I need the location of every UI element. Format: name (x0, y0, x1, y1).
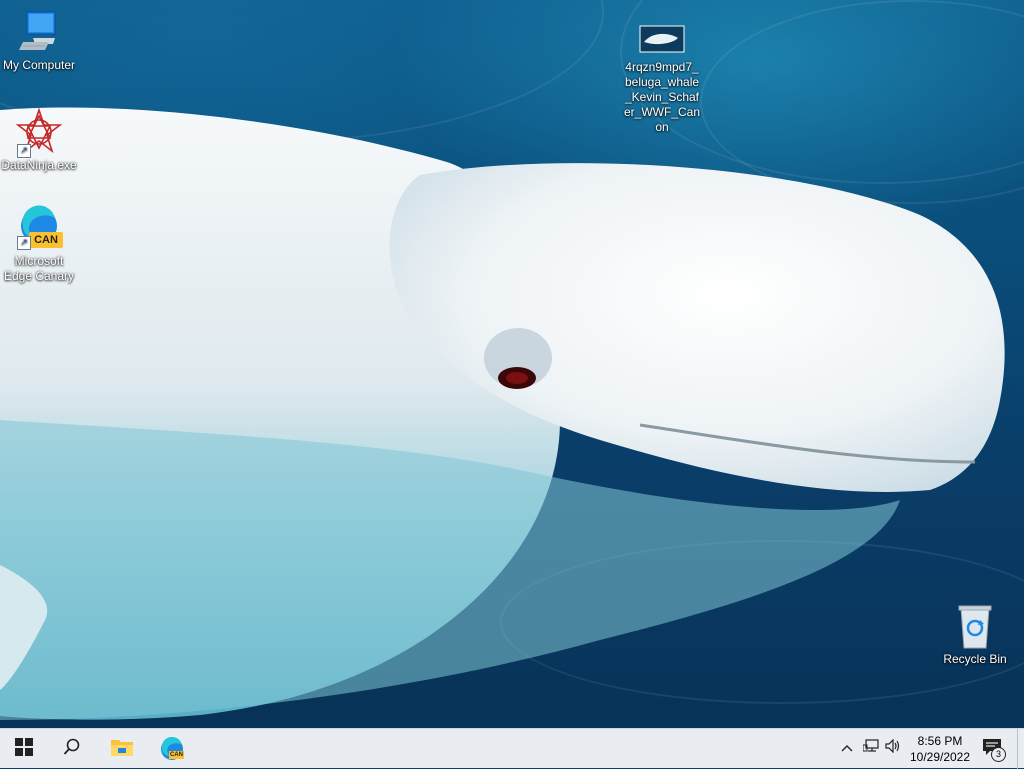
desktop-icon-label: 4rqzn9mpd7_beluga_whale_Kevin_Schafer_WW… (624, 60, 701, 134)
notification-count-badge: 3 (991, 747, 1006, 762)
show-hidden-icons-button[interactable] (838, 739, 856, 757)
network-button[interactable] (862, 738, 880, 758)
start-button[interactable] (0, 729, 48, 769)
red-star-icon: ↗ (15, 107, 63, 158)
desktop-icon-recycle-bin[interactable]: Recycle Bin (937, 602, 1013, 667)
image-file-icon (638, 14, 686, 58)
notification-icon: 3 (982, 738, 1006, 762)
desktop-icon-label: Microsoft Edge Canary (3, 254, 75, 283)
action-center-button[interactable]: 3 (978, 729, 1008, 769)
folder-icon (110, 737, 134, 762)
desktop-icon-edge-canary[interactable]: CAN ↗ Microsoft Edge Canary (1, 204, 77, 284)
volume-icon (885, 738, 901, 758)
edge-canary-icon: CAN (160, 736, 184, 761)
chevron-up-icon (841, 739, 853, 757)
monitor-icon (15, 8, 63, 56)
windows-logo-icon (15, 737, 33, 761)
desktop-icon-beluga-image[interactable]: 4rqzn9mpd7_beluga_whale_Kevin_Schafer_WW… (624, 14, 700, 135)
edge-canary-taskbar-button[interactable]: CAN (148, 729, 196, 769)
desktop-icon-label: My Computer (2, 58, 76, 72)
edge-canary-icon: CAN ↗ (15, 204, 63, 252)
desktop-icon-label: DataNinja.exe (1, 158, 77, 172)
clock-time: 8:56 PM (917, 734, 963, 748)
taskbar-clock[interactable]: 8:56 PM 10/29/2022 (902, 733, 978, 765)
search-icon (63, 738, 81, 761)
volume-button[interactable] (884, 738, 902, 758)
search-button[interactable] (48, 729, 96, 769)
desktop-icon-dataninja[interactable]: ↗ DataNinja.exe (1, 107, 77, 173)
show-desktop-button[interactable] (1017, 729, 1024, 769)
desktop-wallpaper (0, 0, 1024, 728)
recycle-bin-icon (951, 602, 999, 650)
taskbar: CAN 8:56 PM 10/29/2022 3 (0, 728, 1024, 769)
shortcut-arrow-icon: ↗ (17, 236, 31, 250)
beluga-whale-image (0, 107, 1005, 720)
file-explorer-button[interactable] (98, 729, 146, 769)
canary-badge: CAN (29, 232, 63, 248)
network-icon (862, 738, 879, 758)
desktop-icon-my-computer[interactable]: My Computer (1, 8, 77, 73)
desktop-icon-label: Recycle Bin (943, 652, 1007, 666)
canary-badge: CAN (169, 751, 184, 759)
clock-date: 10/29/2022 (909, 750, 971, 764)
shortcut-arrow-icon: ↗ (17, 144, 31, 158)
